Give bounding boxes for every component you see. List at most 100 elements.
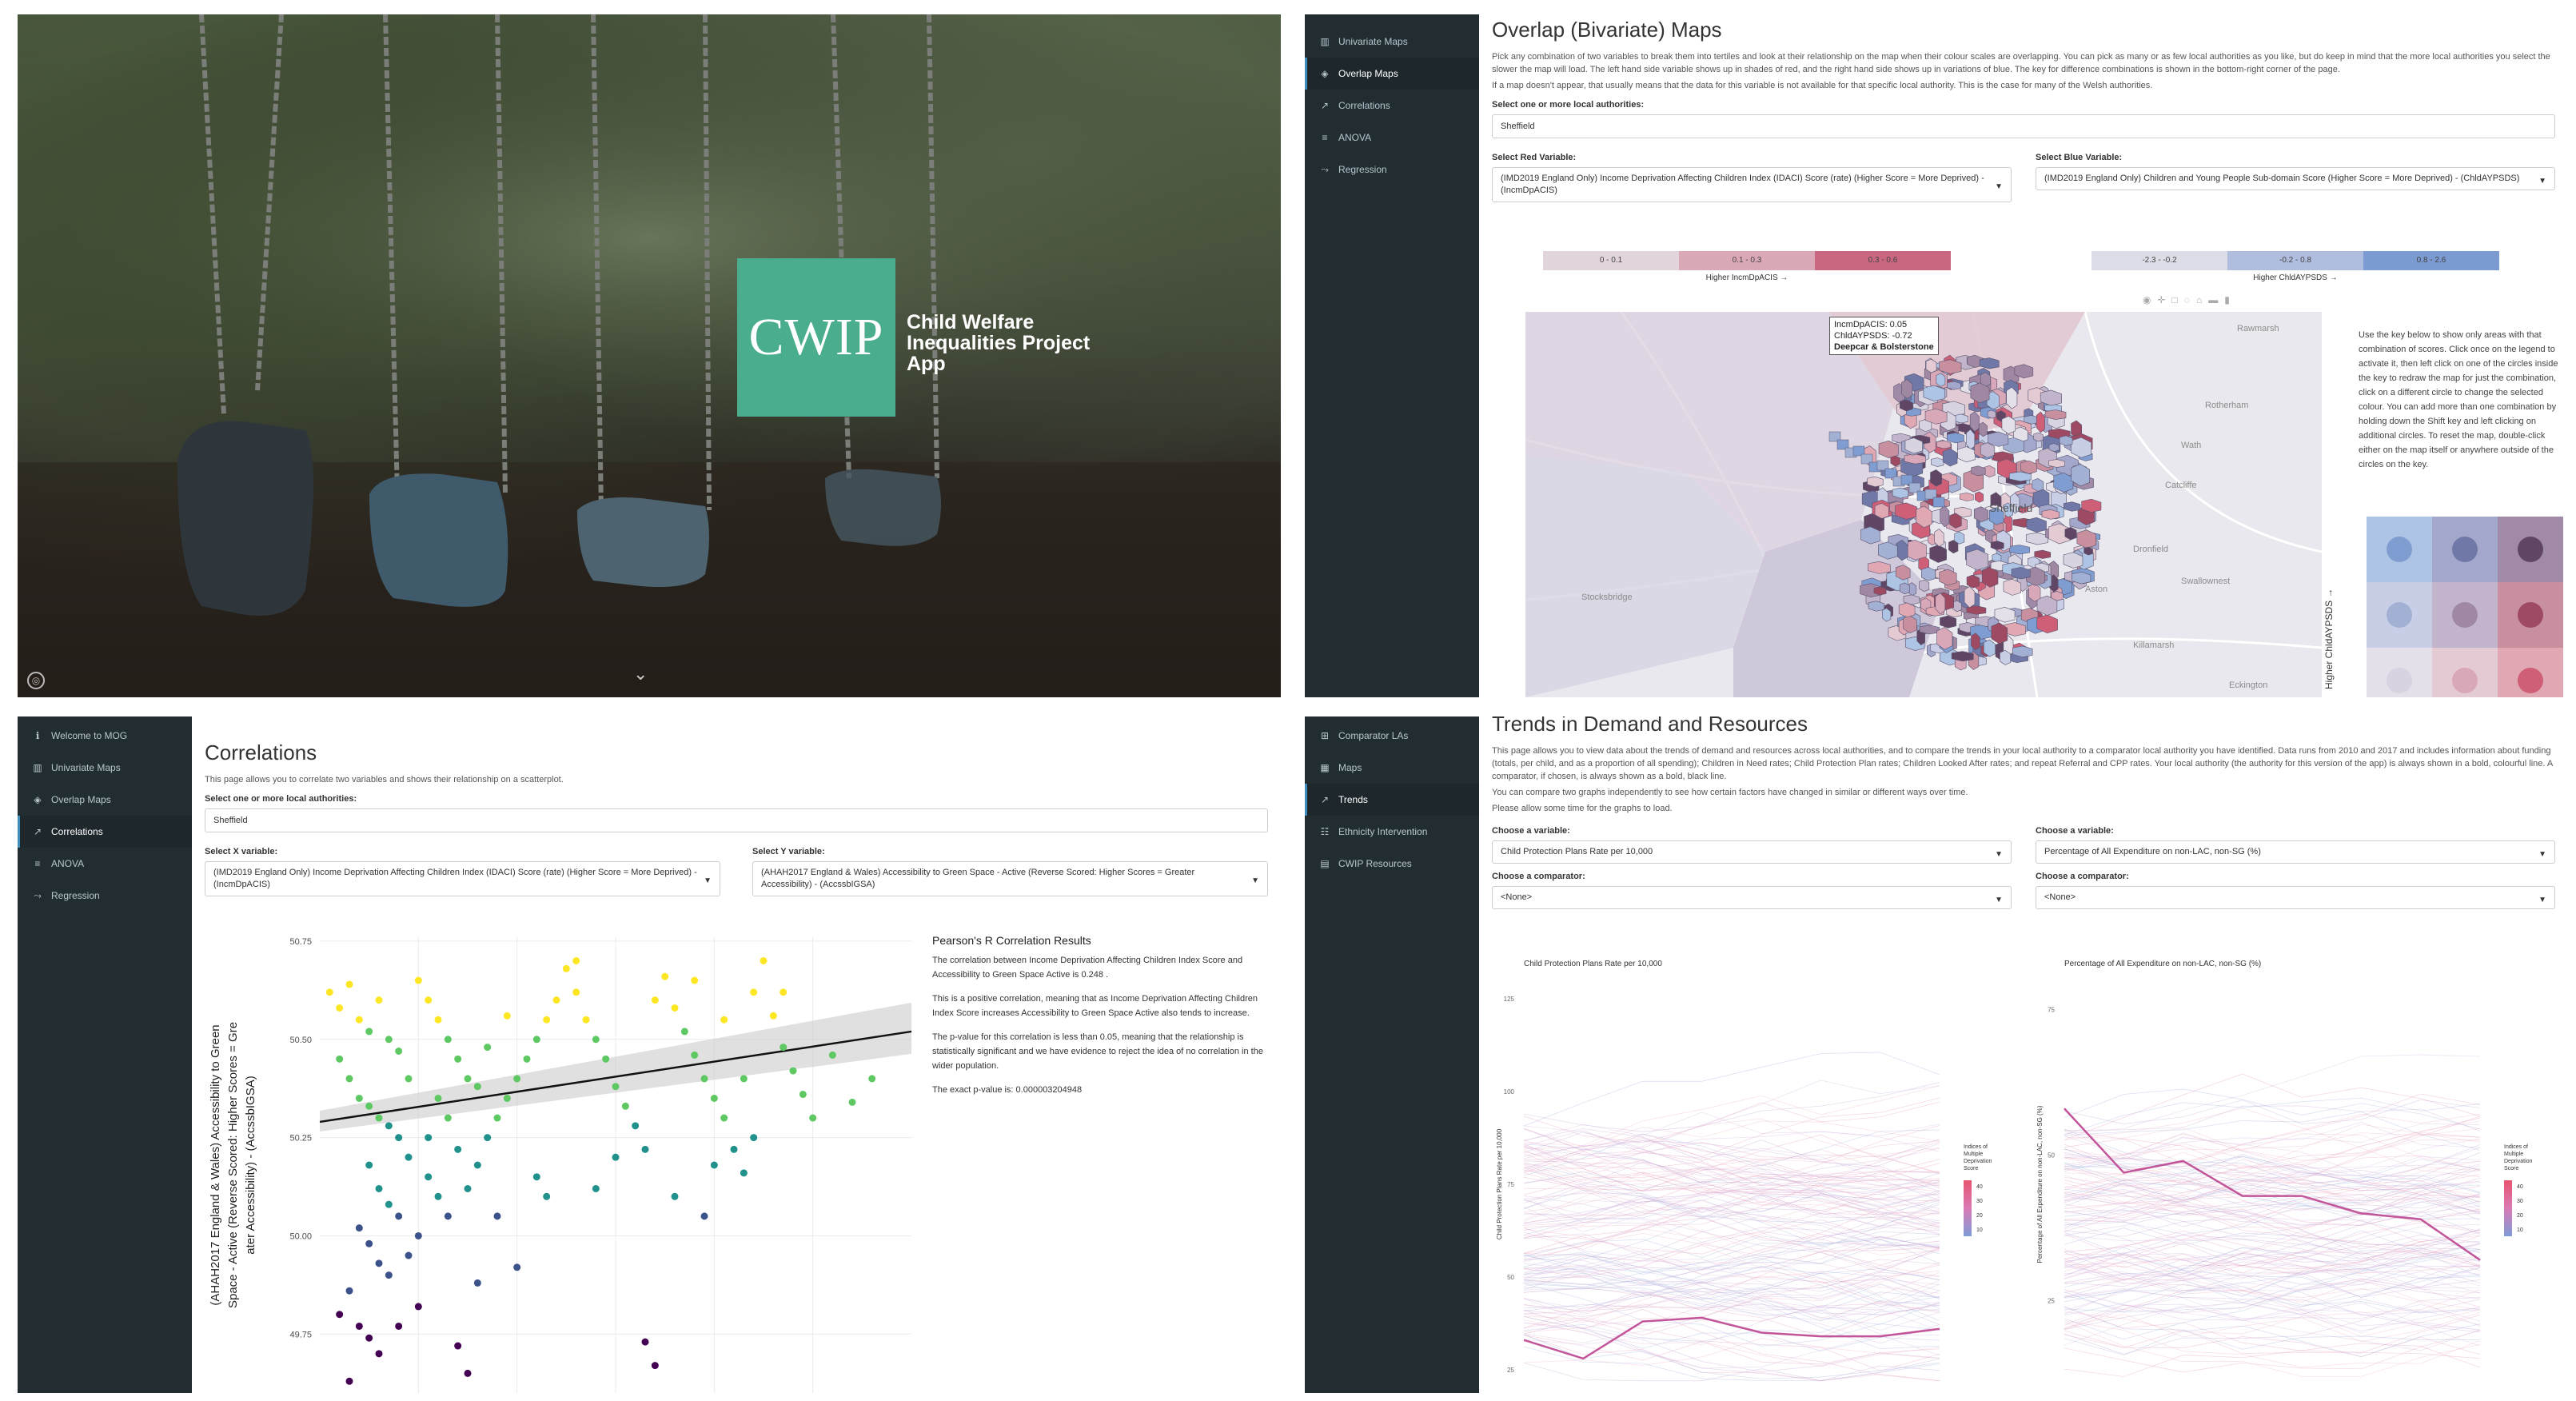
sidebar-item[interactable]: ☷ Ethnicity Intervention xyxy=(1305,816,1479,848)
la-select-input[interactable]: Sheffield xyxy=(205,808,1268,832)
la-select-input[interactable]: Sheffield xyxy=(1492,114,2555,138)
scatter-point[interactable] xyxy=(473,1161,481,1169)
scatter-point[interactable] xyxy=(365,1161,373,1169)
blue-variable-select[interactable]: (IMD2019 England Only) Children and Youn… xyxy=(2036,167,2555,190)
scatter-point[interactable] xyxy=(572,956,580,964)
scatter-point[interactable] xyxy=(503,1012,511,1020)
scatter-point[interactable] xyxy=(602,1055,610,1063)
lasso-icon[interactable]: ◌ xyxy=(2184,294,2196,305)
sidebar-item[interactable]: ▥ Univariate Maps xyxy=(1305,26,1479,58)
map-area[interactable] xyxy=(1936,440,1952,449)
scatter-point[interactable] xyxy=(464,1075,472,1083)
legend-swatch[interactable]: -0.2 - 0.8 xyxy=(2227,251,2363,270)
key-circle[interactable] xyxy=(2387,668,2412,693)
sidebar-item[interactable]: ◈ Overlap Maps xyxy=(18,784,192,816)
scatter-point[interactable] xyxy=(375,1114,383,1122)
red-variable-select[interactable]: (IMD2019 England Only) Income Deprivatio… xyxy=(1492,167,2012,202)
scatter-point[interactable] xyxy=(799,1091,807,1099)
map-area[interactable] xyxy=(2059,435,2073,446)
scatter-point[interactable] xyxy=(336,1055,344,1063)
select-box-icon[interactable]: □ xyxy=(2172,294,2184,305)
scatter-point[interactable] xyxy=(828,1051,836,1059)
map-area[interactable] xyxy=(1987,409,1996,419)
scatter-point[interactable] xyxy=(700,1212,708,1220)
scatter-point[interactable] xyxy=(789,1067,797,1075)
scatter-point[interactable] xyxy=(395,1322,403,1330)
scatter-point[interactable] xyxy=(592,1036,600,1044)
key-cell[interactable] xyxy=(2432,517,2498,582)
sidebar-item[interactable]: ◈ Overlap Maps xyxy=(1305,58,1479,90)
map-area[interactable] xyxy=(1873,586,1887,596)
scatter-point[interactable] xyxy=(395,1212,403,1220)
legend-swatch[interactable]: 0.1 - 0.3 xyxy=(1679,251,1815,270)
variable-select-left[interactable]: Child Protection Plans Rate per 10,000 ▼ xyxy=(1492,840,2012,864)
scatter-point[interactable] xyxy=(592,1184,600,1192)
key-circle[interactable] xyxy=(2452,537,2478,562)
scatter-point[interactable] xyxy=(582,1016,590,1024)
scatter-point[interactable] xyxy=(641,1338,649,1346)
map-area[interactable] xyxy=(2063,501,2081,512)
sidebar-item[interactable]: ≡ ANOVA xyxy=(1305,122,1479,154)
map-area[interactable] xyxy=(1946,381,1961,390)
key-circle[interactable] xyxy=(2387,602,2412,628)
scatter-point[interactable] xyxy=(444,1036,452,1044)
scatter-point[interactable] xyxy=(691,1051,699,1059)
comparator-select-right[interactable]: <None> ▼ xyxy=(2036,886,2555,909)
scatter-point[interactable] xyxy=(464,1184,472,1192)
comparator-select-left[interactable]: <None> ▼ xyxy=(1492,886,2012,909)
scatter-point[interactable] xyxy=(425,1134,433,1142)
scatter-point[interactable] xyxy=(365,1239,373,1247)
scatter-point[interactable] xyxy=(720,1114,728,1122)
scatter-point[interactable] xyxy=(375,1350,383,1358)
scatter-point[interactable] xyxy=(365,1334,373,1342)
scatter-point[interactable] xyxy=(780,988,788,996)
scatter-point[interactable] xyxy=(809,1114,817,1122)
key-circle[interactable] xyxy=(2387,537,2412,562)
scatter-point[interactable] xyxy=(434,1016,442,1024)
scatter-point[interactable] xyxy=(464,1369,472,1377)
scatter-point[interactable] xyxy=(345,1075,353,1083)
map-area[interactable] xyxy=(1919,625,1940,635)
scatter-point[interactable] xyxy=(385,1271,393,1279)
sidebar-item[interactable]: ▤ CWIP Resources xyxy=(1305,848,1479,880)
scatter-point[interactable] xyxy=(365,1102,373,1110)
scatter-point[interactable] xyxy=(355,1322,363,1330)
key-cell[interactable] xyxy=(2367,582,2432,648)
map-area[interactable] xyxy=(1931,457,1944,467)
map-area[interactable] xyxy=(1975,491,1984,503)
scatter-point[interactable] xyxy=(750,1134,758,1142)
key-cell[interactable] xyxy=(2432,648,2498,697)
scatter-point[interactable] xyxy=(355,1016,363,1024)
info-icon[interactable]: ◎ xyxy=(27,672,45,689)
key-circle[interactable] xyxy=(2452,602,2478,628)
scatter-point[interactable] xyxy=(385,1200,393,1208)
scatter-point[interactable] xyxy=(661,972,669,980)
sidebar-item[interactable]: ▦ Maps xyxy=(1305,752,1479,784)
scatter-point[interactable] xyxy=(848,1098,856,1106)
scatter-point[interactable] xyxy=(454,1055,462,1063)
scatter-point[interactable] xyxy=(651,996,659,1004)
scatter-point[interactable] xyxy=(503,1094,511,1102)
scatter-point[interactable] xyxy=(414,1231,422,1239)
map-area[interactable] xyxy=(1868,601,1884,612)
scatter-point[interactable] xyxy=(385,1036,393,1044)
toggle-icon[interactable]: ▬ xyxy=(2208,294,2224,305)
scatter-point[interactable] xyxy=(760,956,768,964)
scatter-point[interactable] xyxy=(543,1016,551,1024)
scatter-point[interactable] xyxy=(375,996,383,1004)
scatter-point[interactable] xyxy=(700,1075,708,1083)
map-area[interactable] xyxy=(2041,509,2060,520)
scatter-point[interactable] xyxy=(572,988,580,996)
scatter-point[interactable] xyxy=(552,996,560,1004)
key-cell[interactable] xyxy=(2498,517,2563,582)
scatter-point[interactable] xyxy=(868,1075,876,1083)
scatter-point[interactable] xyxy=(543,1192,551,1200)
scatter-point[interactable] xyxy=(385,1122,393,1130)
scatter-point[interactable] xyxy=(493,1114,501,1122)
scatter-point[interactable] xyxy=(444,1114,452,1122)
scatter-point[interactable] xyxy=(562,964,570,972)
scatter-point[interactable] xyxy=(336,1004,344,1012)
scatter-point[interactable] xyxy=(750,988,758,996)
legend-swatch[interactable]: 0.3 - 0.6 xyxy=(1815,251,1951,270)
key-circle[interactable] xyxy=(2518,602,2543,628)
